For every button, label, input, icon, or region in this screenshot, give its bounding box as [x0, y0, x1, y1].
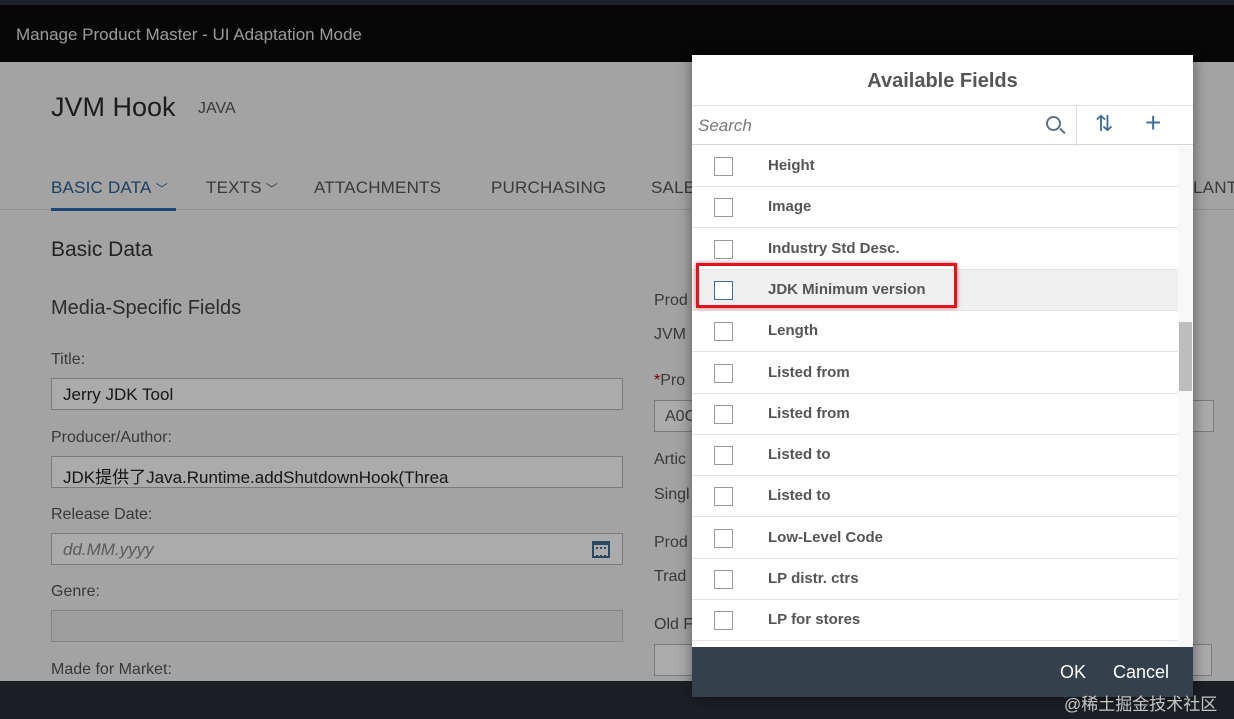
checkbox[interactable] — [714, 529, 733, 548]
list-item-label: Low-Level Code — [768, 529, 884, 546]
list-item[interactable]: Length — [692, 311, 1178, 352]
list-item[interactable]: LP distr. ctrs — [692, 559, 1178, 600]
list-item-label: LP for stores — [768, 611, 861, 628]
list-item-label: Listed to — [768, 487, 831, 504]
checkbox[interactable] — [714, 570, 733, 589]
dialog-toolbar: ⇅ + — [692, 105, 1193, 146]
list-item-label: LP distr. ctrs — [768, 570, 859, 587]
list-item[interactable]: Listed from — [692, 394, 1178, 435]
list-item-label: Listed from — [768, 364, 850, 381]
list-item-label: Height — [768, 157, 815, 174]
checkbox[interactable] — [714, 364, 733, 383]
list-item-label: Industry Std Desc. — [768, 240, 900, 257]
checkbox[interactable] — [714, 611, 733, 630]
field-list: Height Image Industry Std Desc. JDK Minimum… — [692, 146, 1178, 647]
search-icon[interactable] — [1046, 116, 1061, 131]
checkbox[interactable] — [714, 322, 733, 341]
watermark: @稀土掘金技术社区 — [1064, 695, 1218, 714]
cancel-button[interactable]: Cancel — [1113, 662, 1169, 683]
list-item-label: Image — [768, 198, 812, 215]
add-icon[interactable]: + — [1145, 108, 1161, 138]
checkbox[interactable] — [714, 487, 733, 506]
ok-button[interactable]: OK — [1060, 662, 1086, 683]
dialog-title: Available Fields — [867, 70, 1018, 92]
list-item[interactable]: Listed to — [692, 476, 1178, 517]
list-scrollbar[interactable] — [1178, 146, 1193, 647]
search-input[interactable] — [698, 110, 1071, 142]
scrollbar-thumb[interactable] — [1179, 322, 1192, 391]
list-item[interactable]: Listed to — [692, 435, 1178, 476]
list-item-label: Length — [768, 322, 818, 339]
list-item[interactable]: Height — [692, 146, 1178, 187]
sort-icon[interactable]: ⇅ — [1095, 112, 1113, 136]
list-item-label: Listed to — [768, 446, 831, 463]
checkbox[interactable] — [714, 446, 733, 465]
checkbox[interactable] — [714, 405, 733, 424]
available-fields-dialog: Available Fields ⇅ + Height Image Industry… — [692, 55, 1193, 697]
highlight-box — [696, 263, 957, 308]
list-item-label: Listed from — [768, 405, 850, 422]
toolbar-separator — [1076, 106, 1077, 146]
list-item[interactable]: Listed from — [692, 353, 1178, 394]
checkbox[interactable] — [714, 240, 733, 259]
list-item[interactable]: LP for stores — [692, 600, 1178, 641]
list-item[interactable]: Image — [692, 187, 1178, 228]
checkbox[interactable] — [714, 198, 733, 217]
list-item[interactable]: Low-Level Code — [692, 518, 1178, 559]
checkbox[interactable] — [714, 157, 733, 176]
